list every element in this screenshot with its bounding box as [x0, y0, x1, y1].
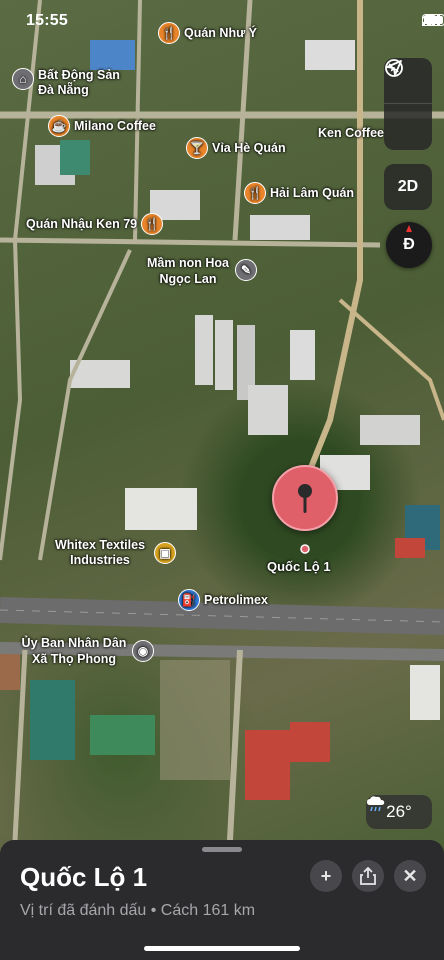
restaurant-icon: 🍴	[158, 22, 180, 44]
compass-button[interactable]: Đ	[386, 222, 432, 268]
poi-via-he-quan[interactable]: 🍸 Vỉa Hè Quán	[186, 137, 286, 159]
satellite-map[interactable]: 15:55 🍴 Quán Như Ý ⌂ Bất Động Sản Đà Nẵn…	[0, 0, 444, 960]
poi-label: Ken Coffee	[318, 126, 384, 140]
poi-petrolimex[interactable]: ⛽ Petrolimex	[178, 589, 268, 611]
restaurant-icon: 🍴	[141, 213, 164, 235]
drink-icon: 🍸	[186, 137, 208, 159]
sheet-grabber[interactable]	[202, 847, 242, 852]
fuel-icon: ⛽	[178, 589, 200, 611]
weather-temperature: 26°	[386, 802, 412, 821]
building-icon: ⌂	[12, 68, 34, 90]
poi-bat-dong-san[interactable]: ⌂ Bất Động Sản Đà Nẵng	[12, 68, 133, 98]
poi-hai-lam-quan[interactable]: 🍴 Hải Lâm Quán	[244, 182, 354, 204]
poi-label: Ủy Ban Nhân Dân Xã Thọ Phong	[21, 636, 127, 666]
poi-quan-nhau-ken-79[interactable]: Quán Nhậu Ken 79 🍴	[26, 213, 164, 235]
poi-ken-coffee[interactable]: Ken Coffee	[318, 126, 384, 140]
close-icon: ✕	[402, 865, 418, 886]
poi-label: Quán Như Ý	[184, 26, 257, 40]
toggle-2d-button[interactable]: 2D	[384, 164, 432, 210]
status-time: 15:55	[26, 12, 68, 29]
poi-uy-ban-nhan-dan[interactable]: Ủy Ban Nhân Dân Xã Thọ Phong ◉	[20, 635, 154, 667]
poi-label: Vỉa Hè Quán	[212, 141, 286, 155]
rain-cloud-icon	[367, 796, 385, 812]
place-sheet[interactable]: Quốc Lộ 1 Vị trí đã đánh dấu • Cách 161 …	[0, 840, 444, 960]
poi-milano-coffee[interactable]: ☕ Milano Coffee	[48, 115, 156, 137]
poi-quan-nhu-y[interactable]: 🍴 Quán Như Ý	[158, 22, 257, 44]
dropped-pin[interactable]	[272, 465, 338, 531]
battery-icon	[422, 14, 444, 26]
restaurant-icon: 🍴	[244, 182, 266, 204]
pin-label: Quốc Lộ 1	[267, 559, 331, 574]
sheet-title: Quốc Lộ 1	[20, 862, 148, 892]
poi-label: Quán Nhậu Ken 79	[26, 217, 138, 231]
poi-whitex-textiles[interactable]: Whitex Textiles Industries ▣	[50, 538, 176, 568]
poi-label: Petrolimex	[204, 593, 268, 607]
poi-label: Hải Lâm Quán	[270, 186, 355, 200]
pushpin-icon	[298, 484, 312, 513]
share-button[interactable]	[352, 860, 384, 892]
weather-badge[interactable]: 26°	[366, 795, 432, 829]
poi-label: Whitex Textiles Industries	[54, 538, 146, 567]
plus-icon: +	[320, 865, 332, 886]
sheet-subtitle: Vị trí đã đánh dấu • Cách 161 km	[20, 902, 256, 919]
poi-mam-non-hoa-ngoc-lan[interactable]: Mầm non Hoa Ngọc Lan ✎	[145, 255, 257, 287]
pin-point	[300, 544, 310, 554]
coffee-icon: ☕	[48, 115, 70, 137]
home-indicator[interactable]	[144, 946, 300, 951]
map-controls	[384, 58, 432, 150]
government-icon: ◉	[132, 640, 154, 662]
shopping-bag-icon: ▣	[154, 542, 176, 564]
location-arrow-icon	[386, 60, 402, 76]
poi-label: Bất Động Sản Đà Nẵng	[38, 68, 120, 97]
compass-needle-icon	[406, 225, 412, 232]
poi-label: Milano Coffee	[74, 119, 156, 133]
poi-label: Mầm non Hoa Ngọc Lan	[147, 256, 229, 286]
close-button[interactable]: ✕	[394, 860, 426, 892]
locate-me-button[interactable]	[384, 60, 432, 150]
school-icon: ✎	[235, 259, 257, 281]
add-button[interactable]: +	[310, 860, 342, 892]
share-icon	[360, 867, 376, 885]
